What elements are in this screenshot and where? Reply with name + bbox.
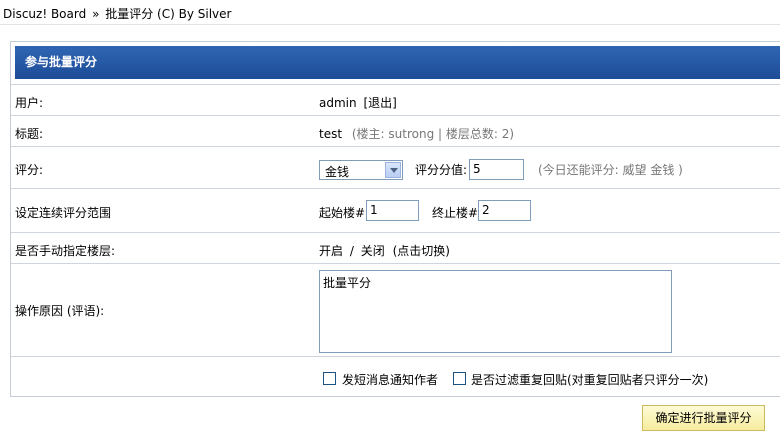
toggle-on-link[interactable]: 开启 (319, 244, 343, 258)
filter-duplicate-checkbox[interactable] (453, 372, 466, 385)
row-reason: 操作原因 (评语): 批量平分 (11, 263, 780, 356)
subject-label: 标题: (15, 127, 44, 141)
row-rate: 评分: 金钱 评分分值: 5 (今日还能评分: 威望 金钱 ) (11, 146, 780, 188)
notify-label: 发短消息通知作者 (342, 373, 439, 387)
username-link[interactable]: admin (319, 96, 357, 110)
rate-panel: 参与批量评分 用户: admin [退出] 标题: test (楼主: sutr… (10, 41, 780, 397)
chevron-down-icon (385, 162, 401, 178)
top-divider (0, 24, 780, 25)
filter-duplicate-label: 是否过滤重复回贴(对重复回贴者只评分一次) (471, 373, 709, 387)
breadcrumb: Discuz! Board » 批量评分 (C) By Silver (3, 5, 231, 22)
score-input[interactable]: 5 (469, 159, 524, 180)
submit-batch-rate-button[interactable]: 确定进行批量评分 (642, 405, 765, 431)
end-floor-input[interactable]: 2 (478, 200, 531, 221)
logout-link[interactable]: [退出] (363, 96, 396, 110)
range-label: 设定连续评分范围 (15, 206, 112, 220)
row-options: 发短消息通知作者 是否过滤重复回贴(对重复回贴者只评分一次) (11, 356, 780, 398)
user-label: 用户: (15, 96, 44, 110)
toggle-off-link[interactable]: 关闭 (361, 244, 385, 258)
thread-title-link[interactable]: test (319, 127, 342, 141)
score-label: 评分分值: (415, 163, 468, 177)
start-floor-input[interactable]: 1 (366, 200, 419, 221)
panel-title: 参与批量评分 (15, 46, 780, 79)
user-value: admin [退出] (319, 94, 397, 111)
notify-checkbox[interactable] (323, 372, 336, 385)
row-range: 设定连续评分范围 起始楼# 1 终止楼# 2 (11, 188, 780, 232)
rate-label: 评分: (15, 163, 44, 177)
thread-meta: (楼主: sutrong | 楼层总数: 2) (351, 127, 515, 141)
reason-label: 操作原因 (评语): (15, 304, 105, 318)
subject-value: test (楼主: sutrong | 楼层总数: 2) (319, 125, 514, 142)
breadcrumb-separator: » (92, 7, 100, 21)
row-user: 用户: admin [退出] (11, 84, 780, 115)
credit-type-select[interactable]: 金钱 (319, 160, 403, 180)
toggle-slash: / (349, 244, 354, 258)
reason-textarea[interactable]: 批量平分 (319, 270, 672, 353)
remaining-credits: (今日还能评分: 威望 金钱 ) (538, 163, 683, 177)
breadcrumb-home-link[interactable]: Discuz! Board (3, 7, 86, 21)
breadcrumb-current: 批量评分 (C) By Silver (105, 7, 232, 21)
manual-floor-toggle: 开启 / 关闭 (点击切换) (319, 242, 450, 259)
end-floor-label: 终止楼# (432, 206, 479, 220)
start-floor-label: 起始楼# (319, 206, 366, 220)
row-subject: 标题: test (楼主: sutrong | 楼层总数: 2) (11, 115, 780, 146)
toggle-hint: (点击切换) (392, 244, 450, 258)
row-manual-floor: 是否手动指定楼层: 开启 / 关闭 (点击切换) (11, 232, 780, 263)
credit-type-value: 金钱 (325, 165, 350, 179)
manual-floor-label: 是否手动指定楼层: (15, 244, 116, 258)
